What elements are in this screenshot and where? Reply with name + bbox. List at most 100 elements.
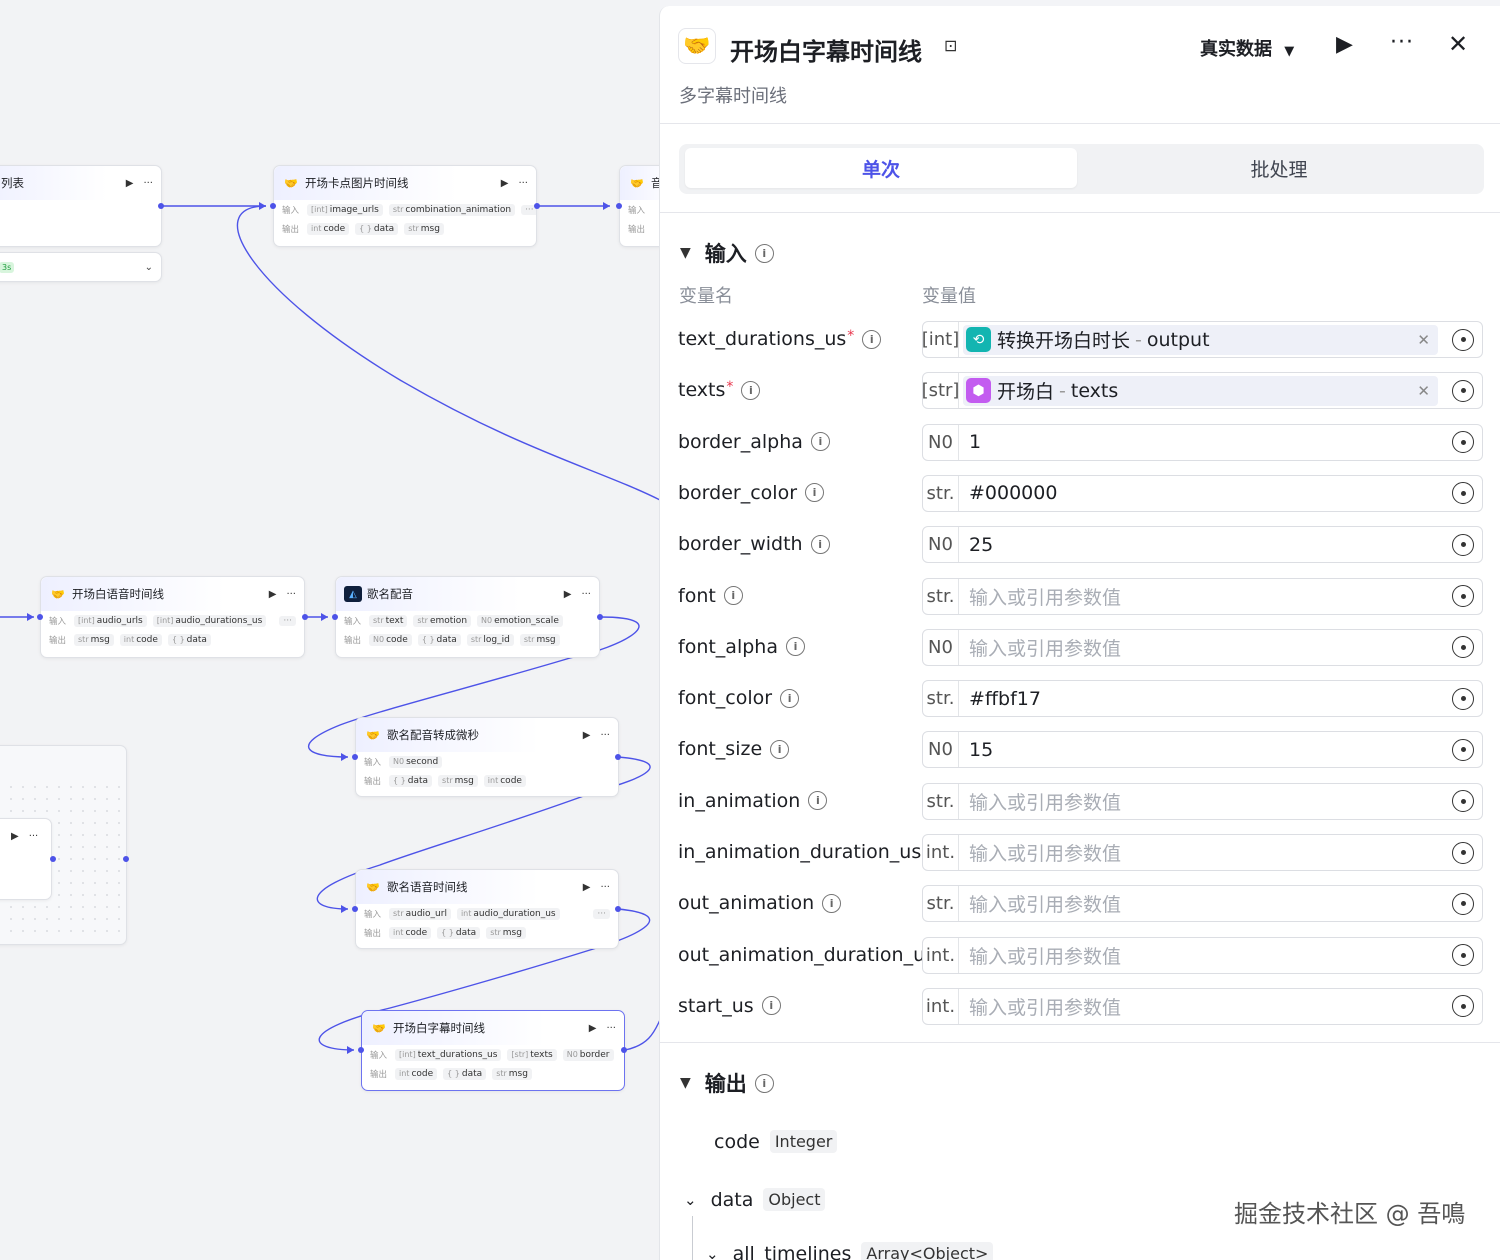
type-badge[interactable]: [int]: [922, 322, 959, 357]
info-icon[interactable]: i: [810, 432, 830, 452]
reference-target-icon[interactable]: [1452, 585, 1474, 607]
type-badge[interactable]: str.: [923, 475, 959, 511]
clear-icon[interactable]: ✕: [1417, 331, 1430, 349]
clear-icon[interactable]: ✕: [1417, 382, 1430, 400]
param-value-field[interactable]: str. #000000: [922, 474, 1483, 512]
tab-batch[interactable]: 批处理: [1083, 148, 1475, 188]
reference-target-icon[interactable]: [1452, 738, 1474, 761]
type-badge[interactable]: int.: [923, 937, 959, 973]
reference-chip[interactable]: ⟲ 转换开场白时长 - output ✕: [963, 324, 1438, 355]
reference-target-icon[interactable]: [1452, 892, 1474, 915]
more-icon[interactable]: ···: [518, 178, 528, 189]
more-icon[interactable]: ···: [279, 615, 296, 626]
input-port[interactable]: [123, 856, 129, 862]
workflow-node-song-timeline[interactable]: 🤝 歌名语音时间线 ▶ ··· 输入 str audio_url int audio…: [355, 869, 619, 949]
output-port[interactable]: [534, 203, 540, 209]
reference-target-icon[interactable]: [1452, 687, 1474, 710]
param-value-field[interactable]: N0 25: [922, 526, 1483, 564]
more-icon[interactable]: ···: [581, 589, 591, 600]
more-icon[interactable]: ···: [143, 178, 153, 189]
run-icon[interactable]: ▶: [583, 882, 591, 893]
workflow-node-to-microseconds[interactable]: 🤝 歌名配音转成微秒 ▶ ··· 输入 N0 second 输出 { } data …: [355, 717, 619, 797]
info-icon[interactable]: i: [808, 791, 828, 811]
type-badge[interactable]: str.: [923, 783, 959, 819]
info-icon[interactable]: i: [785, 637, 805, 657]
reference-target-icon[interactable]: [1452, 533, 1474, 556]
param-value-field[interactable]: str. 输入或引用参数值: [922, 885, 1483, 923]
workflow-node-image-timeline[interactable]: 🤝 开场卡点图片时间线 ▶ ··· 输入 [int] image_urls str…: [273, 165, 537, 247]
reference-target-icon[interactable]: [1452, 379, 1474, 402]
output-port[interactable]: [615, 754, 621, 760]
input-section-header[interactable]: ▼ 输入 i: [680, 238, 774, 268]
reference-target-icon[interactable]: [1452, 995, 1474, 1018]
type-badge[interactable]: N0: [923, 527, 959, 563]
info-icon[interactable]: i: [810, 534, 830, 554]
type-badge[interactable]: N0: [923, 629, 959, 665]
more-icon[interactable]: ···: [600, 730, 610, 741]
chevron-down-icon[interactable]: ⌄: [145, 262, 153, 273]
run-icon[interactable]: ▶: [11, 831, 19, 842]
close-icon[interactable]: ✕: [1448, 30, 1468, 58]
output-port[interactable]: [597, 614, 603, 620]
param-value-field[interactable]: N0 1: [922, 423, 1483, 461]
info-icon[interactable]: i: [761, 996, 781, 1016]
info-icon[interactable]: i: [805, 483, 825, 503]
type-badge[interactable]: str.: [923, 578, 959, 614]
param-value-field[interactable]: [str] ⬢ 开场白 - texts ✕: [922, 372, 1483, 410]
output-port[interactable]: [621, 1047, 627, 1053]
type-badge[interactable]: int.: [923, 988, 959, 1024]
more-icon[interactable]: ···: [600, 882, 610, 893]
workflow-node-list[interactable]: 列表 ▶ ···: [0, 165, 162, 247]
type-badge[interactable]: str.: [923, 886, 959, 922]
workflow-canvas[interactable]: 列表 ▶ ··· 3s ⌄ 🤝 开场卡点图片时间线 ▶ ··· 输入 [int]…: [0, 0, 660, 1260]
param-value-field[interactable]: int. 输入或引用参数值: [922, 987, 1483, 1025]
input-port[interactable]: [270, 203, 276, 209]
output-port[interactable]: [50, 856, 56, 862]
input-port[interactable]: [37, 614, 43, 620]
param-value-field[interactable]: str. 输入或引用参数值: [922, 782, 1483, 820]
param-value-field[interactable]: N0 输入或引用参数值: [922, 628, 1483, 666]
more-icon[interactable]: ···: [29, 831, 39, 842]
tab-single[interactable]: 单次: [685, 148, 1077, 188]
reference-target-icon[interactable]: [1452, 841, 1474, 864]
data-source-select[interactable]: 真实数据 ▼: [1200, 35, 1294, 61]
type-badge[interactable]: int.: [923, 835, 959, 870]
input-port[interactable]: [616, 203, 622, 209]
param-value-field[interactable]: str. #ffbf17: [922, 680, 1483, 718]
info-icon[interactable]: i: [723, 586, 743, 605]
info-icon[interactable]: i: [754, 1073, 774, 1093]
workflow-node-voice-timeline[interactable]: 🤝 开场白语音时间线 ▶ ··· 输入 [int] audio_urls [int…: [40, 576, 305, 658]
reference-target-icon[interactable]: [1452, 431, 1474, 454]
reference-target-icon[interactable]: [1452, 790, 1474, 813]
input-port[interactable]: [332, 614, 338, 620]
info-icon[interactable]: i: [754, 243, 774, 263]
input-port[interactable]: [358, 1047, 364, 1053]
output-section-header[interactable]: ▼ 输出 i: [680, 1068, 774, 1098]
info-icon[interactable]: i: [770, 739, 790, 759]
type-badge[interactable]: [str]: [922, 373, 959, 409]
workflow-node-audio[interactable]: 🤝 音 输入 输出: [619, 165, 660, 247]
more-icon[interactable]: ···: [593, 908, 610, 919]
output-port[interactable]: [302, 614, 308, 620]
reference-target-icon[interactable]: [1452, 944, 1474, 967]
type-badge[interactable]: N0: [923, 732, 959, 768]
output-row-data[interactable]: ⌄ data Object: [684, 1188, 826, 1211]
output-row-all-timelines[interactable]: ⌄ all_timelines Array<Object>: [706, 1242, 994, 1260]
workflow-node-song-voice[interactable]: ◭ 歌名配音 ▶ ··· 输入 str text str emotion N0 emo…: [335, 576, 600, 658]
more-icon[interactable]: ···: [286, 589, 296, 600]
workflow-node-subtitle-timeline[interactable]: 🤝 开场白字幕时间线 ▶ ··· 输入 [int] text_durations_…: [361, 1010, 625, 1091]
workflow-node-dropdown[interactable]: 3s ⌄: [0, 252, 162, 282]
run-icon[interactable]: ▶: [269, 589, 277, 600]
reference-target-icon[interactable]: [1452, 482, 1474, 505]
info-icon[interactable]: i: [862, 329, 882, 349]
input-port[interactable]: [352, 906, 358, 912]
type-badge[interactable]: N0: [923, 424, 959, 460]
run-icon[interactable]: ▶: [126, 178, 134, 189]
reference-chip[interactable]: ⬢ 开场白 - texts ✕: [963, 375, 1438, 406]
param-value-field[interactable]: int. 输入或引用参数值: [922, 936, 1483, 974]
type-badge[interactable]: str.: [923, 681, 959, 717]
reference-target-icon[interactable]: [1452, 328, 1474, 351]
output-port[interactable]: [158, 203, 164, 209]
run-icon[interactable]: ▶: [589, 1023, 597, 1034]
more-icon[interactable]: ···: [606, 1023, 616, 1034]
